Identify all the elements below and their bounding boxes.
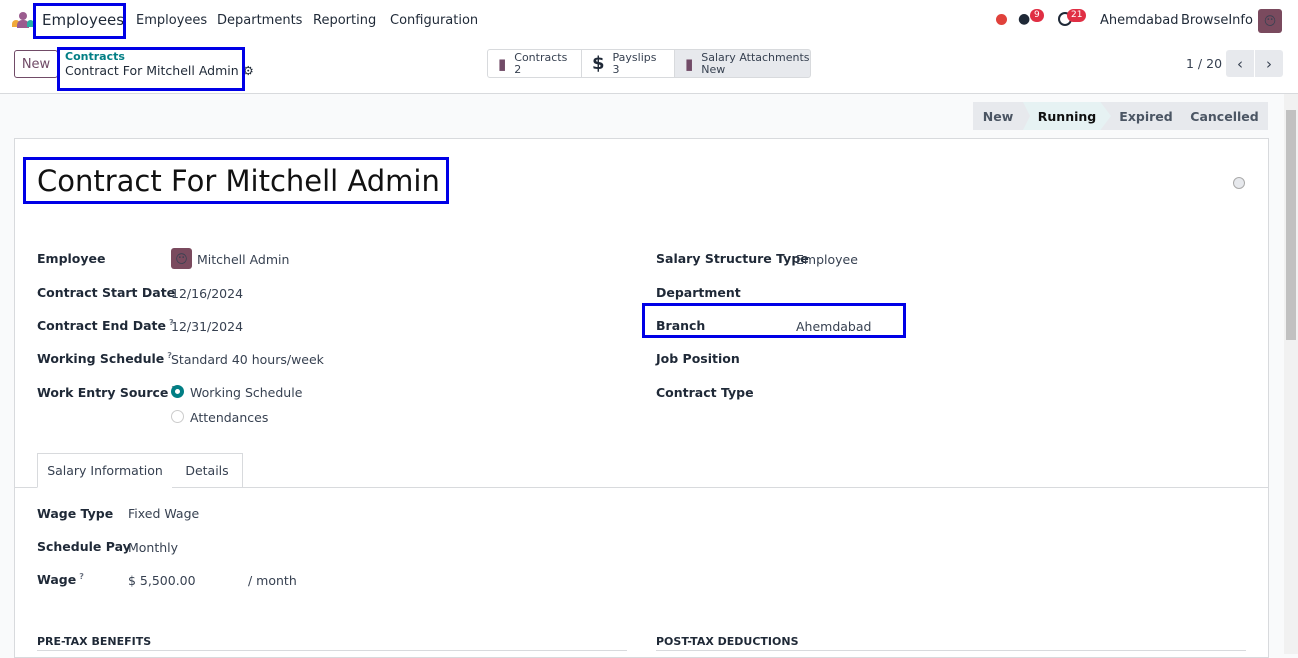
working-schedule-label-text: Working Schedule xyxy=(37,351,165,367)
wage-field[interactable]: $ 5,500.00 xyxy=(128,573,196,588)
dollar-icon: $ xyxy=(592,52,605,74)
highlight-box xyxy=(33,3,126,39)
pager-next-button[interactable]: › xyxy=(1255,50,1283,77)
wage-unit: / month xyxy=(248,573,297,588)
salary-attachments-smart-button[interactable]: ▮ Salary Attachments New xyxy=(674,49,811,78)
menu-departments[interactable]: Departments xyxy=(217,13,302,28)
radio-label[interactable]: Working Schedule xyxy=(190,385,302,400)
menu-reporting[interactable]: Reporting xyxy=(313,13,376,28)
highlight-box xyxy=(57,47,245,91)
pager-value[interactable]: 1 / 20 xyxy=(1186,56,1222,71)
employee-avatar: 😶 xyxy=(171,248,192,269)
pager-previous-button[interactable]: ‹ xyxy=(1226,50,1254,77)
working-schedule-label: Working Schedule? xyxy=(37,351,172,366)
company-switcher[interactable]: Ahemdabad xyxy=(1100,13,1178,28)
highlight-box xyxy=(642,303,906,338)
smart-value: 2 xyxy=(514,62,522,76)
scrollbar[interactable] xyxy=(1284,94,1298,654)
start-date-label: Contract Start Date xyxy=(37,285,176,300)
structure-type-label: Salary Structure Type xyxy=(656,251,809,266)
section-divider xyxy=(37,650,627,651)
working-schedule-field[interactable]: Standard 40 hours/week xyxy=(171,352,324,367)
app-logo-icon[interactable] xyxy=(12,12,34,28)
status-running[interactable]: Running xyxy=(1023,102,1111,130)
smart-label: Salary Attachments xyxy=(701,50,810,64)
end-date-label: Contract End Date? xyxy=(37,318,174,333)
pre-tax-benefits-heading: PRE-TAX BENEFITS xyxy=(37,635,152,648)
messages-icon[interactable]: ● xyxy=(1018,11,1030,27)
menu-configuration[interactable]: Configuration xyxy=(390,13,478,28)
statusbar: New Running Expired Cancelled xyxy=(973,102,1268,130)
messages-badge: 9 xyxy=(1030,9,1044,22)
new-button[interactable]: New xyxy=(14,50,58,78)
help-icon[interactable]: ? xyxy=(79,572,84,581)
schedule-pay-field[interactable]: Monthly xyxy=(128,540,178,555)
section-divider xyxy=(656,650,1246,651)
smart-label: Contracts xyxy=(514,50,568,64)
work-entry-source-label: Work Entry Source? xyxy=(37,385,176,400)
department-label: Department xyxy=(656,285,741,300)
payslips-smart-button[interactable]: $ Payslips 3 xyxy=(581,49,675,78)
employee-label: Employee xyxy=(37,251,106,266)
book-icon: ▮ xyxy=(685,54,694,73)
kanban-state-indicator[interactable] xyxy=(1233,177,1245,189)
start-date-field[interactable]: 12/16/2024 xyxy=(171,286,243,301)
end-date-field[interactable]: 12/31/2024 xyxy=(171,319,243,334)
status-dot-icon[interactable] xyxy=(996,14,1007,25)
radio-attendances[interactable] xyxy=(171,410,184,423)
employee-field[interactable]: Mitchell Admin xyxy=(197,252,289,267)
scrollbar-thumb[interactable] xyxy=(1286,110,1296,340)
user-menu[interactable]: BrowseInfo xyxy=(1181,13,1253,28)
wage-type-label: Wage Type xyxy=(37,506,114,521)
radio-working-schedule[interactable] xyxy=(171,385,184,398)
structure-type-field[interactable]: Employee xyxy=(796,252,858,267)
status-new[interactable]: New xyxy=(973,102,1023,130)
status-cancelled[interactable]: Cancelled xyxy=(1181,102,1268,130)
book-icon: ▮ xyxy=(498,54,507,73)
tab-details[interactable]: Details xyxy=(172,453,243,488)
highlight-box xyxy=(23,157,449,204)
smart-label: Payslips xyxy=(612,50,657,64)
status-expired[interactable]: Expired xyxy=(1111,102,1181,130)
tab-salary-information[interactable]: Salary Information xyxy=(37,453,173,488)
wage-label: Wage? xyxy=(37,572,84,587)
wage-type-field[interactable]: Fixed Wage xyxy=(128,506,199,521)
end-date-label-text: Contract End Date xyxy=(37,318,166,334)
post-tax-deductions-heading: POST-TAX DEDUCTIONS xyxy=(656,635,799,648)
user-avatar[interactable]: 😶 xyxy=(1258,9,1282,33)
contracts-smart-button[interactable]: ▮ Contracts 2 xyxy=(487,49,582,78)
job-position-label: Job Position xyxy=(656,351,740,366)
menu-employees[interactable]: Employees xyxy=(136,13,207,28)
activities-badge: 21 xyxy=(1067,9,1087,22)
contract-type-label: Contract Type xyxy=(656,385,754,400)
wage-label-text: Wage xyxy=(37,572,77,588)
smart-value: New xyxy=(701,62,726,76)
smart-value: 3 xyxy=(612,62,620,76)
radio-label[interactable]: Attendances xyxy=(190,410,268,425)
top-navbar: Employees Employees Departments Reportin… xyxy=(0,0,1298,42)
schedule-pay-label: Schedule Pay xyxy=(37,539,131,554)
work-entry-source-label-text: Work Entry Source xyxy=(37,385,169,401)
